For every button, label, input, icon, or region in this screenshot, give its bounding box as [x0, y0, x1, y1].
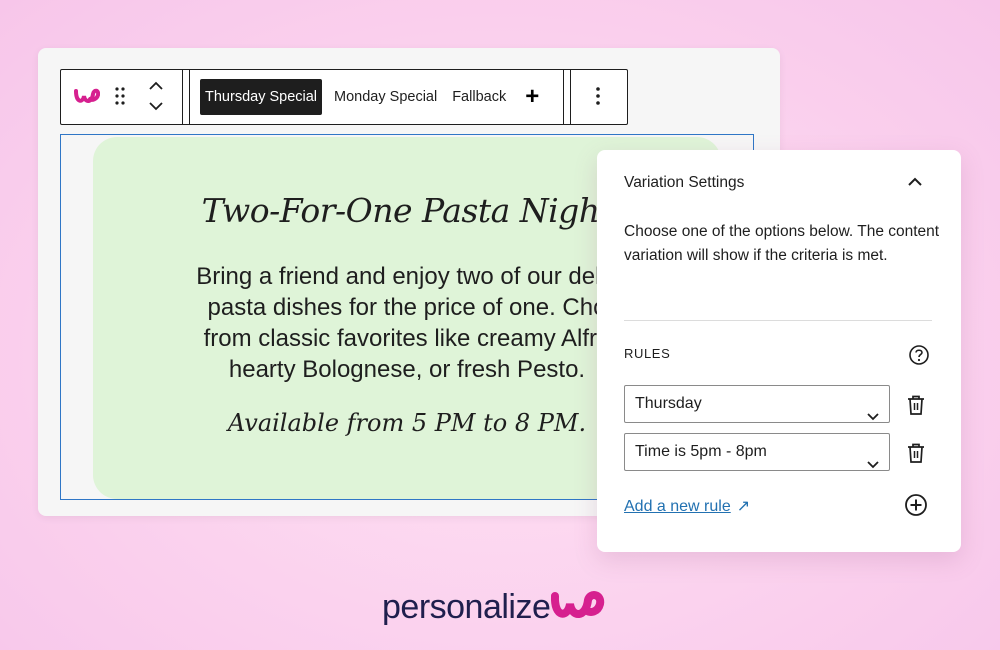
brand-footer: personalize	[382, 588, 606, 627]
panel-title: Variation Settings	[624, 174, 745, 191]
panel-description: Choose one of the options below. The con…	[624, 223, 940, 264]
drag-handle-icon[interactable]	[113, 86, 127, 111]
move-up-down-icon[interactable]	[148, 80, 164, 117]
help-icon[interactable]	[908, 344, 930, 371]
personalize-logo-icon[interactable]	[74, 87, 101, 110]
chevron-down-icon	[867, 399, 879, 435]
add-new-rule-label: Add a new rule	[624, 498, 731, 515]
toolbar-divider	[182, 70, 183, 124]
rules-heading: RULES	[624, 346, 671, 361]
chevron-down-icon	[867, 447, 879, 483]
panel-divider	[624, 320, 932, 321]
chevron-up-icon[interactable]	[907, 174, 923, 195]
rule-select-time[interactable]: Time is 5pm - 8pm	[624, 433, 890, 471]
toolbar-divider	[189, 70, 190, 124]
add-variation-button[interactable]: +	[525, 79, 539, 115]
external-arrow-icon: ↗	[736, 498, 751, 515]
rule-select-day[interactable]: Thursday	[624, 385, 890, 423]
rule-select-value: Thursday	[635, 395, 702, 412]
tab-monday-special[interactable]: Monday Special	[328, 79, 443, 115]
variation-tabs: Thursday Special Monday Special Fallback…	[200, 79, 539, 115]
rule-select-value: Time is 5pm - 8pm	[635, 443, 767, 460]
variation-settings-panel: Variation Settings Choose one of the opt…	[597, 150, 961, 552]
tab-fallback[interactable]: Fallback	[446, 79, 512, 115]
brand-logo-icon	[550, 588, 606, 627]
add-rule-circle-icon[interactable]	[904, 493, 928, 522]
brand-name: personalize	[382, 588, 551, 626]
add-new-rule-link[interactable]: Add a new rule ↗	[624, 496, 750, 516]
toolbar-divider	[570, 70, 571, 124]
block-toolbar: Thursday Special Monday Special Fallback…	[60, 69, 628, 125]
toolbar-divider	[563, 70, 564, 124]
delete-rule-icon[interactable]	[906, 442, 926, 469]
tab-thursday-special[interactable]: Thursday Special	[200, 79, 323, 115]
delete-rule-icon[interactable]	[906, 394, 926, 421]
more-options-icon[interactable]	[593, 85, 603, 112]
